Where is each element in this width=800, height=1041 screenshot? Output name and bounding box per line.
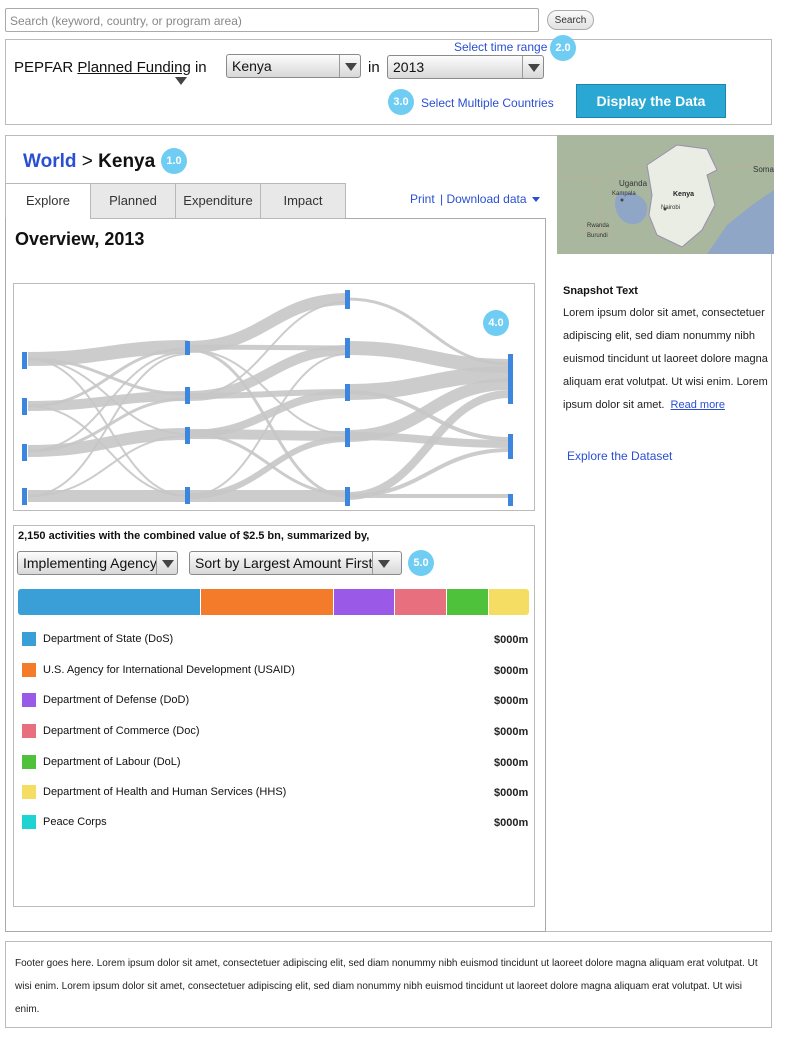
share-bar-segment[interactable] — [18, 589, 202, 615]
breadcrumb-separator: > — [81, 151, 93, 172]
map-label-kampala: Kampala — [612, 191, 636, 197]
search-placeholder: Search (keyword, country, or program are… — [10, 14, 242, 28]
legend-label: Peace Corps — [43, 816, 107, 828]
country-select[interactable]: Kenya — [226, 54, 361, 78]
share-bar-segment[interactable] — [201, 589, 334, 615]
legend-swatch — [22, 632, 36, 646]
tab-impact[interactable]: Impact — [260, 183, 346, 219]
footer-text: Footer goes here. Lorem ipsum dolor sit … — [15, 958, 758, 1015]
legend-amount: $000m — [494, 787, 529, 799]
print-link[interactable]: Print — [410, 192, 435, 206]
summary-text: 2,150 activities with the combined value… — [18, 530, 370, 542]
annotation-bubble-2: 2.0 — [550, 35, 576, 61]
select-time-range-link[interactable]: Select time range — [454, 40, 547, 54]
in-label: in — [194, 59, 207, 76]
annotation-bubble-4: 4.0 — [483, 310, 509, 336]
snapshot-last-line: ipsum dolor sit amet. Read more — [563, 394, 768, 417]
legend-amount: $000m — [494, 817, 529, 829]
agency-share-bar — [18, 589, 529, 615]
map-label-somalia: Somali — [753, 165, 774, 174]
sankey-chart: 4.0 — [13, 283, 535, 511]
search-button[interactable]: Search — [547, 10, 594, 30]
snapshot-line: euismod tincidunt ut laoreet dolore magn… — [563, 353, 768, 365]
in-label-2: in — [368, 59, 380, 76]
funding-type-select[interactable]: Planned Funding — [77, 59, 190, 76]
country-map[interactable]: Kenya Uganda Somali Kampala Nairobi Rwan… — [557, 135, 774, 254]
legend-label: Department of Health and Human Services … — [43, 786, 287, 798]
search-input[interactable]: Search (keyword, country, or program are… — [5, 8, 539, 32]
annotation-bubble-5: 5.0 — [408, 550, 434, 576]
funding-type-arrow-icon[interactable] — [175, 77, 187, 85]
sort-select[interactable]: Sort by Largest Amount First — [189, 551, 402, 575]
snapshot-line: ipsum dolor sit amet. — [563, 399, 665, 411]
snapshot-line: aliquam erat volutpat. Ut wisi enim. Lor… — [563, 376, 768, 388]
legend-swatch — [22, 663, 36, 677]
caret-down-icon — [531, 197, 540, 203]
legend-swatch — [22, 693, 36, 707]
annotation-bubble-3: 3.0 — [388, 89, 414, 115]
group-by-value: Implementing Agency — [23, 555, 157, 571]
program-label: PEPFAR — [14, 59, 74, 76]
snapshot-line: adipiscing elit, sed diam nonummy nibh — [563, 330, 755, 342]
footer: Footer goes here. Lorem ipsum dolor sit … — [5, 941, 772, 1028]
map-label-uganda: Uganda — [619, 179, 648, 188]
select-multiple-countries-link[interactable]: Select Multiple Countries — [421, 96, 554, 110]
explore-box-right-border — [345, 218, 546, 219]
explore-dataset-link[interactable]: Explore the Dataset — [567, 449, 672, 463]
breadcrumb-world-link[interactable]: World — [23, 151, 76, 172]
legend-amount: $000m — [494, 726, 529, 738]
snapshot-title: Snapshot Text — [563, 285, 638, 297]
year-select[interactable]: 2013 — [387, 55, 544, 79]
tab-expenditure[interactable]: Expenditure — [175, 183, 261, 219]
summary-panel — [13, 525, 535, 907]
legend-label: Department of Labour (DoL) — [43, 756, 181, 768]
snapshot-body: Lorem ipsum dolor sit amet, consectetuer… — [563, 302, 768, 417]
display-data-button[interactable]: Display the Data — [576, 84, 726, 118]
group-by-select[interactable]: Implementing Agency — [17, 551, 178, 575]
legend-amount: $000m — [494, 695, 529, 707]
share-bar-track — [18, 589, 529, 615]
download-data-label: | Download data — [440, 192, 527, 206]
legend-swatch — [22, 785, 36, 799]
legend-amount: $000m — [494, 634, 529, 646]
chevron-down-icon — [156, 552, 177, 574]
map-label-kenya: Kenya — [673, 191, 695, 198]
overview-title: Overview, 2013 — [15, 229, 145, 249]
legend-swatch — [22, 815, 36, 829]
share-bar-segment[interactable] — [447, 589, 489, 615]
breadcrumb: World > Kenya — [23, 151, 155, 173]
legend-label: Department of Defense (DoD) — [43, 694, 190, 706]
chevron-down-icon — [372, 552, 401, 574]
year-select-value: 2013 — [393, 59, 425, 75]
legend-label: Department of State (DoS) — [43, 633, 174, 645]
share-bar-segment[interactable] — [395, 589, 448, 615]
legend-swatch — [22, 755, 36, 769]
sort-value: Sort by Largest Amount First — [195, 555, 373, 571]
tab-planned[interactable]: Planned — [90, 183, 176, 219]
chevron-down-icon — [522, 56, 543, 78]
map-label-burundi: Burundi — [587, 233, 608, 239]
tab-explore[interactable]: Explore — [5, 183, 91, 219]
country-select-value: Kenya — [232, 58, 272, 74]
download-data-link[interactable]: | Download data — [440, 192, 540, 206]
annotation-bubble-1: 1.0 — [161, 148, 187, 174]
snapshot-line: Lorem ipsum dolor sit amet, consectetuer — [563, 307, 765, 319]
legend-label: U.S. Agency for International Developmen… — [43, 664, 295, 676]
share-bar-segment[interactable] — [333, 589, 396, 615]
breadcrumb-country: Kenya — [98, 151, 156, 172]
legend-amount: $000m — [494, 665, 529, 677]
map-label-rwanda: Rwanda — [587, 223, 610, 229]
funding-sentence: PEPFAR Planned Funding in — [14, 59, 207, 76]
map-label-nairobi: Nairobi — [661, 205, 681, 211]
sankey-svg — [22, 290, 513, 506]
share-bar-segment[interactable] — [488, 589, 529, 615]
chevron-down-icon — [339, 55, 360, 77]
legend-label: Department of Commerce (Doc) — [43, 725, 200, 737]
read-more-link[interactable]: Read more — [671, 399, 725, 411]
legend-swatch — [22, 724, 36, 738]
legend-amount: $000m — [494, 757, 529, 769]
